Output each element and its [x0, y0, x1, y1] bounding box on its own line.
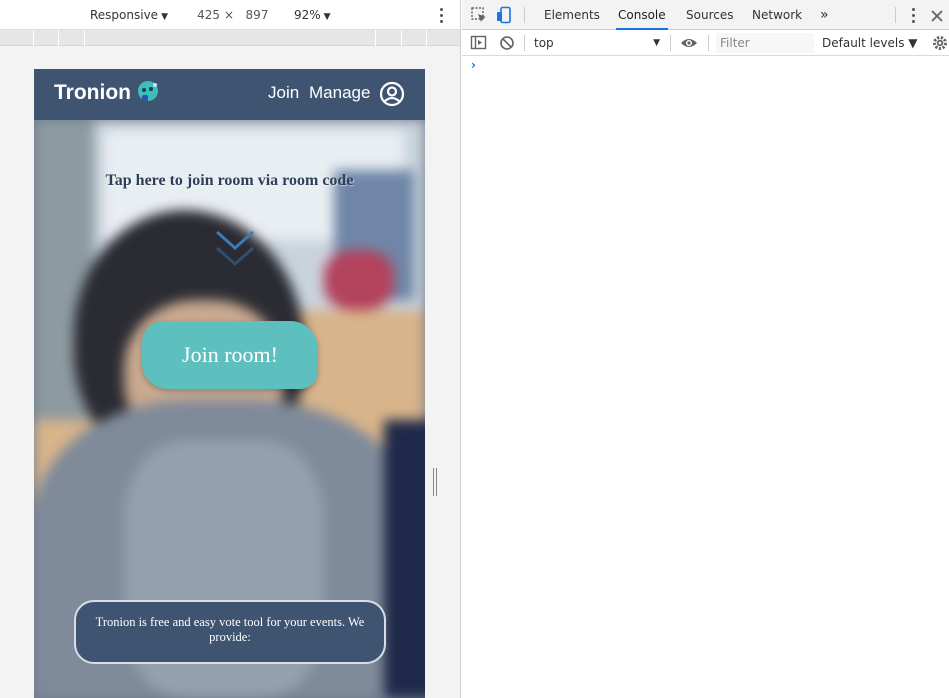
gear-icon[interactable]: [931, 34, 949, 52]
device-select[interactable]: Responsive ▼: [90, 0, 168, 30]
tab-console[interactable]: Console: [616, 0, 668, 30]
device-toolbar-toggle-icon[interactable]: [496, 6, 514, 24]
site-navbar: Tronion Join Manage: [34, 69, 425, 120]
nav-manage-link[interactable]: Manage: [309, 83, 370, 103]
chevron-down-icon: ▼: [653, 38, 660, 48]
nav-join-link[interactable]: Join: [268, 83, 299, 103]
eye-icon[interactable]: [680, 34, 698, 52]
width-field[interactable]: 425: [180, 0, 220, 30]
devtools-menu-icon[interactable]: [908, 6, 920, 24]
tab-network[interactable]: Network: [750, 0, 804, 30]
inspect-element-icon[interactable]: [470, 6, 488, 24]
height-field[interactable]: 897: [240, 0, 274, 30]
account-icon[interactable]: [379, 81, 405, 107]
context-select[interactable]: top ▼: [534, 34, 664, 52]
devtools-panel: Elements Console Sources Network » top ▼: [462, 0, 949, 698]
emulated-viewport: Tronion Join Manage Tap here to join roo…: [34, 69, 425, 698]
hero-section: Tap here to join room via room code Join…: [34, 120, 425, 698]
join-room-button[interactable]: Join room!: [142, 321, 318, 389]
brand-name[interactable]: Tronion: [54, 81, 131, 105]
device-toolbar: Responsive ▼ 425 × 897 92% ▼: [0, 0, 460, 30]
clear-console-icon[interactable]: [498, 34, 516, 52]
context-label: top: [534, 36, 554, 50]
close-icon[interactable]: [928, 7, 946, 25]
zoom-select[interactable]: 92% ▼: [294, 0, 331, 30]
device-select-label: Responsive: [90, 8, 159, 22]
logo-icon: [138, 81, 158, 102]
console-toolbar: top ▼ Default levels ▼: [462, 30, 949, 56]
device-emulation-pane: Responsive ▼ 425 × 897 92% ▼ Tronion Join …: [0, 0, 461, 698]
chevron-down-icon[interactable]: [214, 228, 256, 272]
more-options-icon[interactable]: [436, 6, 448, 24]
console-filter-input[interactable]: [716, 33, 814, 53]
media-query-ruler[interactable]: [0, 30, 460, 46]
viewport-resize-handle[interactable]: [432, 468, 438, 496]
sidebar-toggle-icon[interactable]: [470, 34, 488, 52]
join-room-hint[interactable]: Tap here to join room via room code: [34, 172, 425, 190]
chevron-down-icon: ▼: [161, 12, 168, 22]
console-prompt[interactable]: ›: [471, 58, 476, 72]
tab-elements[interactable]: Elements: [542, 0, 602, 30]
chevron-down-icon: ▼: [323, 12, 331, 22]
more-tabs-icon[interactable]: »: [818, 0, 831, 30]
devtools-tabbar: Elements Console Sources Network »: [462, 0, 949, 30]
info-card: Tronion is free and easy vote tool for y…: [74, 600, 386, 664]
dimension-separator: ×: [224, 8, 235, 22]
zoom-label: 92%: [294, 8, 321, 22]
log-levels-select[interactable]: Default levels ▼: [822, 34, 918, 52]
tab-sources[interactable]: Sources: [684, 0, 735, 30]
